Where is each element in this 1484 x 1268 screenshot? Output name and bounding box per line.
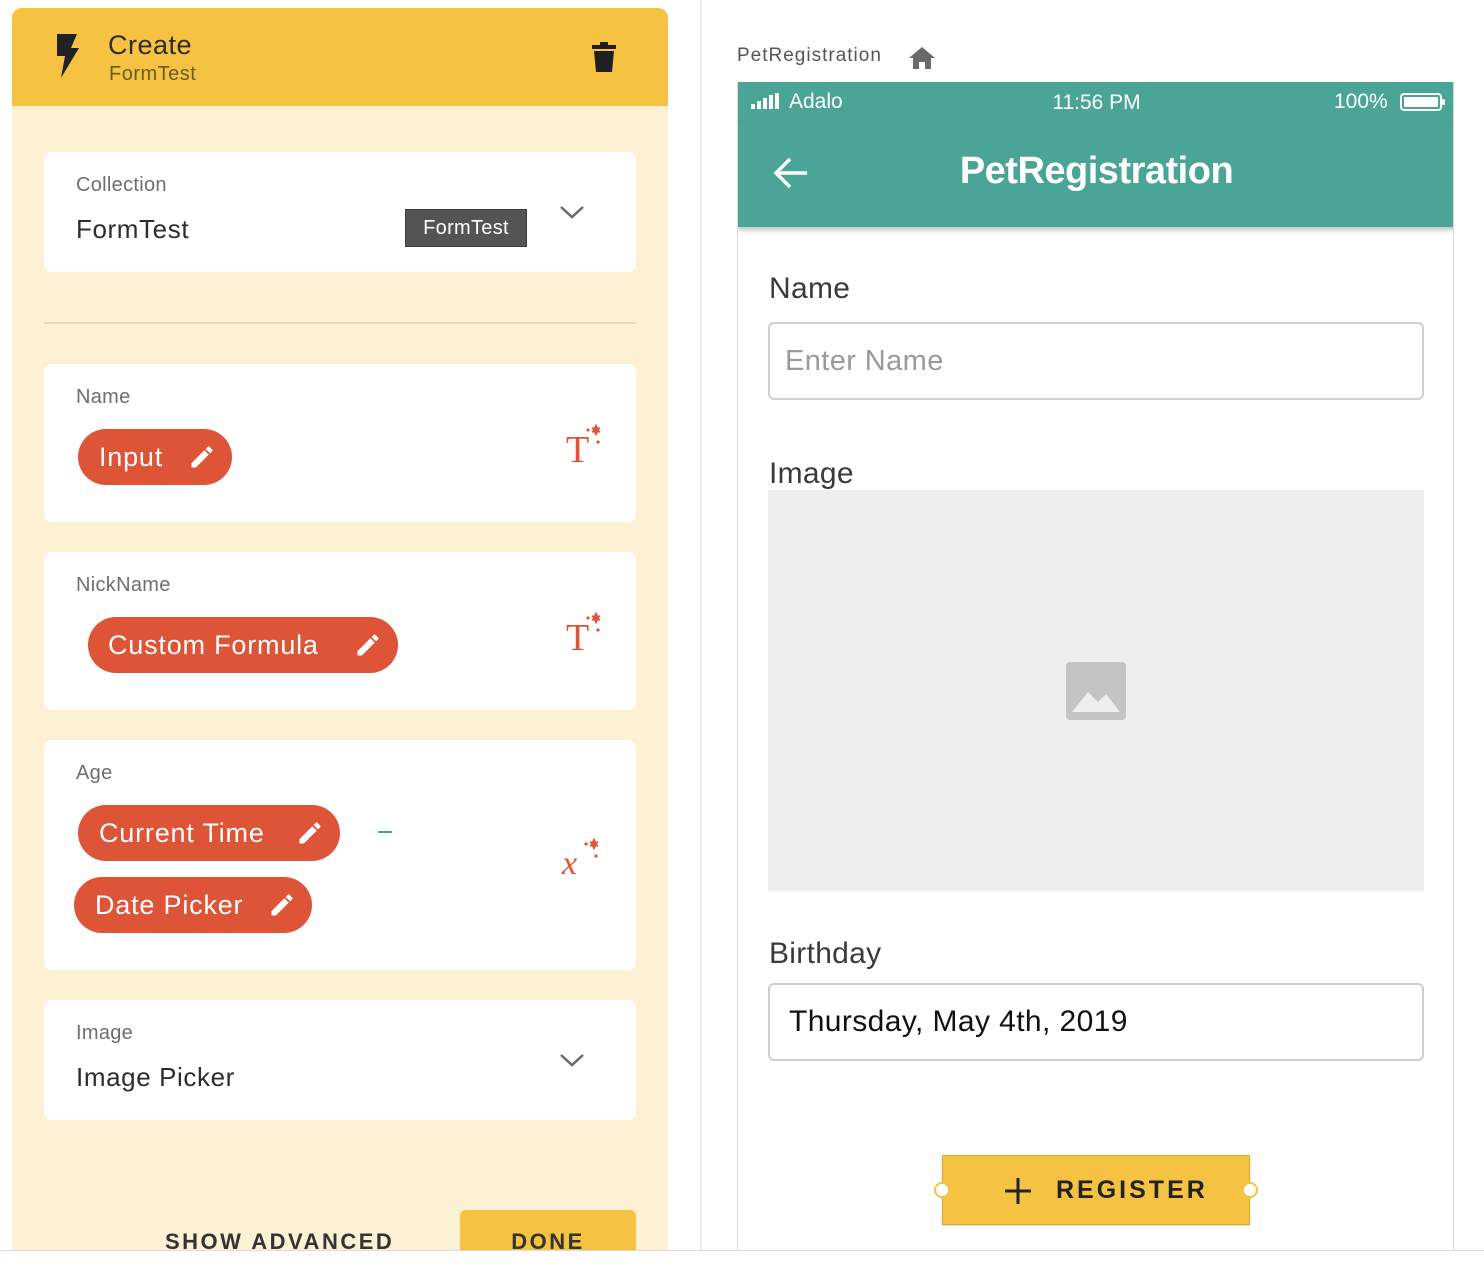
screen-name-label[interactable]: PetRegistration (737, 45, 882, 67)
trash-icon[interactable] (592, 42, 616, 72)
birthday-value: Thursday, May 4th, 2019 (789, 1005, 1128, 1038)
collection-value: FormTest (76, 214, 190, 244)
chip-current-time[interactable]: Current Time (78, 805, 340, 861)
chip-date-picker[interactable]: Date Picker (74, 877, 312, 933)
collection-tooltip: FormTest (405, 209, 527, 247)
birthday-field-label: Birthday (769, 937, 882, 970)
pencil-icon (191, 446, 213, 468)
status-bar: Adalo 11:56 PM 100% (738, 82, 1453, 122)
chevron-down-icon[interactable] (557, 202, 587, 222)
register-button[interactable]: REGISTER (942, 1155, 1250, 1225)
field-card-name: Name Input T (44, 364, 636, 522)
svg-text:x: x (561, 845, 577, 880)
field-label-image: Image (76, 1022, 134, 1044)
home-icon[interactable] (909, 47, 935, 69)
image-picker[interactable] (768, 490, 1424, 891)
chip-label: Custom Formula (108, 630, 319, 660)
pencil-icon (357, 634, 379, 656)
resize-handle-right[interactable] (1242, 1182, 1258, 1198)
resize-handle-left[interactable] (934, 1182, 950, 1198)
magic-text-icon[interactable]: T (564, 422, 606, 466)
battery-icon (1400, 93, 1445, 111)
magic-text-icon[interactable]: T (564, 610, 606, 654)
app-bar-title: PetRegistration (959, 150, 1234, 192)
pencil-icon (299, 822, 321, 844)
action-editor-panel: Create FormTest Collection FormTest Form… (12, 8, 668, 1268)
formula-operator-minus (378, 831, 392, 833)
chip-label: Date Picker (95, 890, 244, 920)
svg-text:T: T (566, 617, 589, 654)
panel-header: Create FormTest (12, 8, 668, 106)
name-input[interactable] (768, 322, 1424, 400)
svg-text:T: T (566, 429, 589, 466)
chip-label: Input (99, 442, 164, 472)
chip-custom-formula[interactable]: Custom Formula (88, 617, 398, 673)
field-label-age: Age (76, 762, 113, 784)
field-label-name: Name (76, 386, 131, 408)
collection-label: Collection (76, 174, 167, 196)
section-divider (44, 322, 636, 324)
field-card-age: Age Current Time Date Picker x (44, 740, 636, 970)
field-value-image: Image Picker (76, 1062, 235, 1092)
phone-screen: Adalo 11:56 PM 100% PetRegistration Name… (737, 82, 1454, 1268)
app-bar: PetRegistration (738, 122, 1453, 227)
battery-percent: 100% (1334, 90, 1388, 113)
image-placeholder-icon (1066, 662, 1126, 720)
panel-divider (700, 0, 702, 1268)
name-field-label: Name (769, 272, 851, 305)
pencil-icon (271, 894, 293, 916)
action-subtitle: FormTest (109, 63, 197, 85)
chevron-down-icon[interactable] (557, 1050, 587, 1070)
register-label: REGISTER (1056, 1176, 1208, 1204)
lightning-bolt-icon (57, 34, 79, 78)
chip-input[interactable]: Input (78, 429, 232, 485)
image-field-label: Image (769, 457, 854, 490)
plus-icon (1005, 1178, 1031, 1204)
field-label-nickname: NickName (76, 574, 171, 596)
field-card-nickname: NickName Custom Formula T (44, 552, 636, 710)
action-title: Create (108, 30, 193, 60)
magic-formula-icon[interactable]: x (560, 836, 602, 880)
collection-select[interactable]: Collection FormTest FormTest (44, 152, 636, 272)
bottom-edge (0, 1250, 1484, 1268)
field-card-image[interactable]: Image Image Picker (44, 1000, 636, 1120)
birthday-date-picker[interactable]: Thursday, May 4th, 2019 (768, 983, 1424, 1061)
chip-label: Current Time (99, 818, 265, 848)
